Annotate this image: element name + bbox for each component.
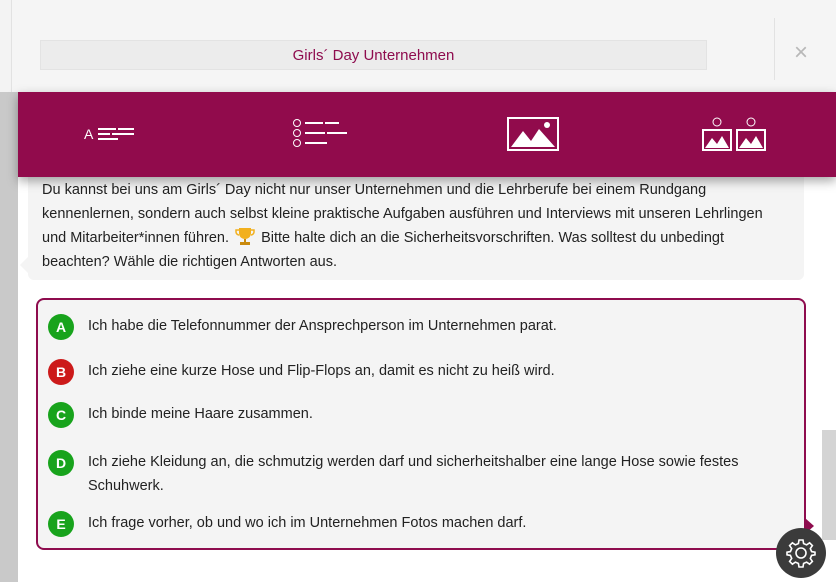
close-button[interactable]: × bbox=[786, 38, 816, 68]
answer-text: Ich ziehe Kleidung an, die schmutzig wer… bbox=[88, 454, 739, 494]
answer-letter-badge: A bbox=[48, 314, 74, 340]
text-view-button[interactable]: A bbox=[80, 114, 150, 154]
answer-option-d[interactable]: D Ich ziehe Kleidung an, die schmutzig w… bbox=[48, 450, 788, 498]
question-text: Du kannst bei uns am Girls´ Day nicht nu… bbox=[28, 172, 804, 280]
answer-option-e[interactable]: E Ich frage vorher, ob und wo ich im Unt… bbox=[48, 511, 788, 537]
image-compare-view-button[interactable] bbox=[694, 114, 774, 154]
page-title: Girls´ Day Unternehmen bbox=[40, 40, 707, 70]
answer-text: Ich frage vorher, ob und wo ich im Unter… bbox=[88, 515, 527, 531]
header-divider bbox=[774, 18, 775, 80]
answer-option-a[interactable]: A Ich habe die Telefonnummer der Ansprec… bbox=[48, 314, 788, 340]
answer-option-b[interactable]: B Ich ziehe eine kurze Hose und Flip-Flo… bbox=[48, 359, 788, 385]
multiple-choice-view-button[interactable] bbox=[288, 114, 358, 154]
image-icon bbox=[507, 117, 559, 151]
scrollbar-thumb[interactable] bbox=[822, 430, 836, 540]
gear-icon bbox=[786, 539, 816, 568]
multiple-choice-list-icon bbox=[293, 119, 347, 147]
settings-button[interactable] bbox=[776, 528, 826, 578]
answer-text: Ich binde meine Haare zusammen. bbox=[88, 406, 313, 422]
svg-text:A: A bbox=[84, 126, 94, 142]
image-compare-icon bbox=[702, 117, 766, 151]
answer-letter-badge: C bbox=[48, 402, 74, 428]
image-view-button[interactable] bbox=[498, 114, 568, 154]
answer-letter-badge: D bbox=[48, 450, 74, 476]
answer-text: Ich ziehe eine kurze Hose und Flip-Flops… bbox=[88, 363, 555, 379]
text-lines-icon: A bbox=[84, 126, 134, 142]
view-toolbar: A bbox=[18, 92, 836, 177]
trophy-icon bbox=[235, 228, 255, 245]
answer-text: Ich habe die Telefonnummer der Ansprechp… bbox=[88, 318, 557, 334]
answer-letter-badge: E bbox=[48, 511, 74, 537]
answer-letter-badge: B bbox=[48, 359, 74, 385]
answer-list: A Ich habe die Telefonnummer der Ansprec… bbox=[36, 298, 806, 550]
answer-option-c[interactable]: C Ich binde meine Haare zusammen. bbox=[48, 402, 788, 428]
left-backdrop bbox=[0, 92, 18, 582]
